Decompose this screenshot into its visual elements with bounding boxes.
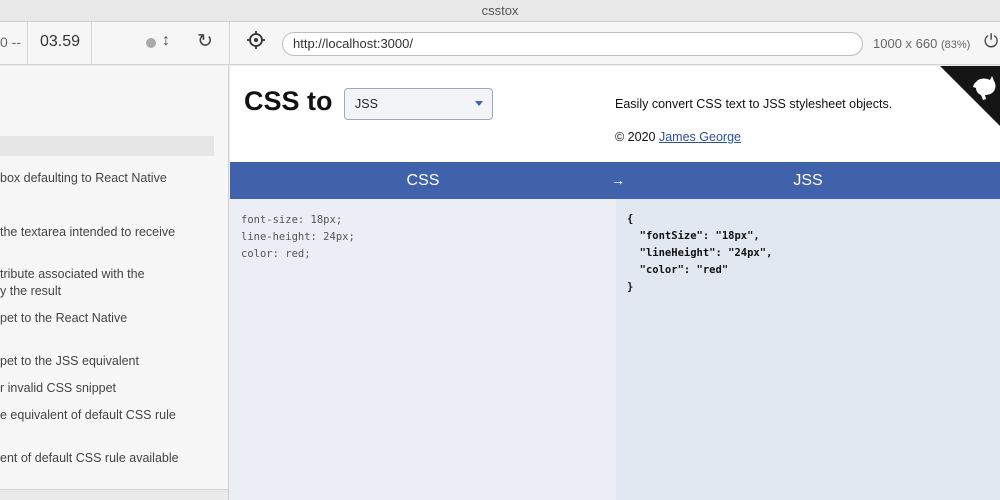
viewport-zoom: (83%) (940, 39, 971, 51)
format-select[interactable]: JSS (344, 88, 493, 120)
test-item[interactable]: pet to the React Native (0, 310, 220, 327)
updown-arrows-icon[interactable]: ↕ (162, 32, 170, 50)
viewport-size-readout: 1000 x 660 (83%) (873, 36, 970, 51)
power-icon[interactable]: ⏻ (984, 31, 998, 52)
window-title: csstox (0, 0, 1000, 22)
test-item[interactable]: tribute associated with the (0, 266, 220, 283)
toolbar-divider (229, 22, 230, 65)
reload-icon[interactable]: ↻ (197, 30, 213, 53)
test-runner-panel: box defaulting to React Native the texta… (0, 66, 229, 500)
selected-test-row[interactable] (0, 136, 214, 156)
tagline: Easily convert CSS text to JSS styleshee… (615, 97, 893, 111)
crosshair-icon[interactable] (246, 30, 266, 50)
toolbar-divider (27, 22, 28, 65)
toolbar-left-stub: 0 -- (0, 34, 21, 50)
browser-toolbar: 0 -- 03.59 ↕ ↻ http://localhost:3000/ 10… (0, 22, 1000, 65)
timer-readout: 03.59 (40, 33, 81, 50)
test-item[interactable]: y the result (0, 283, 220, 300)
jss-column-label: JSS (793, 172, 823, 189)
chevron-down-icon (475, 101, 483, 106)
test-item[interactable]: r invalid CSS snippet (0, 380, 220, 397)
panel-footer (0, 489, 228, 500)
app-page: CSS to JSS Easily convert CSS text to JS… (230, 66, 1000, 500)
github-octocat-icon[interactable] (940, 66, 1000, 126)
record-dot-icon[interactable] (146, 38, 156, 48)
test-item[interactable]: the textarea intended to receive (0, 224, 220, 241)
test-item[interactable]: box defaulting to React Native (0, 170, 220, 187)
css-column-label: CSS (406, 172, 440, 189)
jss-output-pane: { "fontSize": "18px", "lineHeight": "24p… (616, 199, 1000, 500)
css-input-textarea[interactable]: font-size: 18px; line-height: 24px; colo… (230, 199, 616, 500)
url-input[interactable]: http://localhost:3000/ (282, 32, 863, 56)
test-item[interactable]: ent of default CSS rule available (0, 450, 220, 467)
copyright: © 2020 James George (615, 130, 741, 144)
toolbar-divider (91, 22, 92, 65)
test-item[interactable]: e equivalent of default CSS rule (0, 407, 220, 424)
author-link[interactable]: James George (659, 130, 741, 144)
viewport-dimensions: 1000 x 660 (873, 36, 938, 51)
copyright-prefix: © 2020 (615, 130, 656, 144)
test-item[interactable]: pet to the JSS equivalent (0, 353, 220, 370)
format-select-value: JSS (355, 97, 378, 111)
app-title: CSS to (244, 86, 333, 116)
converter-header: CSS → JSS (230, 162, 1000, 199)
